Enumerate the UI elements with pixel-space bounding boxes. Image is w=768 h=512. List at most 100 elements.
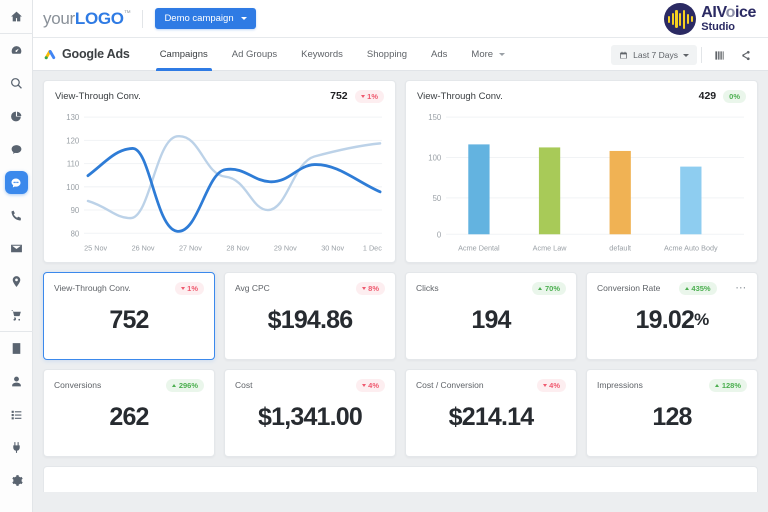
aivoice-studio-logo: AIVoice Studio — [664, 3, 756, 35]
svg-text:26 Nov: 26 Nov — [132, 243, 155, 252]
kpi-value-number: 19.02 — [635, 305, 695, 334]
aivoice-title-b: ice — [734, 4, 756, 21]
aivoice-title-o: o — [725, 4, 736, 21]
sidebar-item-home[interactable] — [0, 0, 33, 33]
kpi-label: Avg CPC — [235, 283, 270, 294]
product-nav-bar: Google Ads Campaigns Ad Groups Keywords … — [33, 38, 768, 71]
share-button[interactable] — [732, 44, 758, 66]
kpi-label: Clicks — [416, 283, 439, 294]
kpi-badge: 70% — [532, 282, 566, 295]
kpi-view-through-conv[interactable]: View-Through Conv. 1% 752 — [43, 272, 215, 360]
tab-more[interactable]: More — [459, 38, 517, 71]
svg-text:Acme Auto Body: Acme Auto Body — [664, 243, 718, 252]
sidebar-item-calls[interactable] — [0, 199, 33, 232]
tab-campaigns-label: Campaigns — [159, 48, 208, 60]
kpi-cost[interactable]: Cost 4% $1,341.00 — [224, 369, 396, 457]
kpi-badge: 128% — [709, 379, 747, 392]
logo-trademark: ™ — [123, 9, 131, 17]
sidebar-item-dashboard[interactable] — [0, 34, 33, 67]
sidebar-item-messages[interactable] — [0, 133, 33, 166]
kpi-header: View-Through Conv. 1% — [54, 282, 204, 295]
arrow-down-icon — [361, 286, 366, 290]
sidebar-item-ecommerce[interactable] — [0, 298, 33, 331]
bar-chart-badge-text: 0% — [729, 91, 740, 101]
tab-shopping[interactable]: Shopping — [355, 38, 419, 71]
line-chart-badge: 1% — [354, 90, 384, 103]
sidebar-item-reports[interactable] — [0, 332, 33, 365]
svg-text:default: default — [609, 243, 631, 252]
columns-button[interactable] — [706, 44, 732, 66]
kpi-badge-text: 296% — [178, 380, 198, 390]
columns-icon — [714, 50, 724, 60]
kpi-value: 19.02% — [597, 295, 747, 351]
kpi-header: Clicks 70% — [416, 282, 566, 295]
sidebar-item-contacts[interactable] — [0, 365, 33, 398]
svg-text:30 Nov: 30 Nov — [321, 243, 344, 252]
tab-campaigns[interactable]: Campaigns — [148, 38, 220, 71]
kpi-conversion-rate[interactable]: Conversion Rate 435% ⋯ 19.02% — [586, 272, 758, 360]
nav-actions: Last 7 Days — [611, 44, 758, 66]
svg-text:80: 80 — [71, 229, 80, 238]
next-section-card — [43, 466, 758, 492]
line-chart-summary: 752 1% — [330, 90, 384, 103]
sidebar-item-analytics[interactable] — [0, 100, 33, 133]
line-chart-card: View-Through Conv. 752 1% 130 120 110 10… — [43, 80, 396, 263]
bar-acme-law — [538, 146, 561, 234]
arrow-up-icon — [715, 383, 720, 387]
bar-chart-card: View-Through Conv. 429 0% 150 100 50 0 A… — [405, 80, 758, 263]
svg-text:Acme Dental: Acme Dental — [458, 243, 500, 252]
sidebar-item-settings[interactable] — [0, 464, 33, 497]
tab-keywords[interactable]: Keywords — [289, 38, 355, 71]
svg-text:100: 100 — [66, 182, 79, 191]
kpi-header: Cost 4% — [235, 379, 385, 392]
sidebar-item-search[interactable] — [0, 67, 33, 100]
kpi-badge-text: 435% — [691, 283, 711, 293]
calendar-icon — [620, 51, 627, 58]
kpi-value-suffix: % — [694, 310, 709, 330]
kpi-badge: 8% — [355, 282, 385, 295]
waveform-icon — [664, 3, 697, 35]
line-chart-plot: 130 120 110 100 90 80 25 Nov 26 Nov 27 N… — [55, 105, 384, 257]
arrow-down-icon — [180, 286, 185, 290]
demo-campaign-button[interactable]: Demo campaign — [155, 8, 256, 29]
tab-ads[interactable]: Ads — [419, 38, 459, 71]
kpi-label: Cost — [235, 380, 253, 391]
dashboard-content: View-Through Conv. 752 1% 130 120 110 10… — [33, 71, 768, 512]
google-ads-brand: Google Ads — [43, 47, 130, 61]
kpi-badge-text: 70% — [544, 283, 560, 293]
date-range-picker[interactable]: Last 7 Days — [611, 45, 697, 65]
charts-row: View-Through Conv. 752 1% 130 120 110 10… — [43, 80, 758, 263]
bar-chart-value: 429 — [698, 90, 717, 103]
kpi-impressions[interactable]: Impressions 128% 128 — [586, 369, 758, 457]
tab-ad-groups[interactable]: Ad Groups — [220, 38, 289, 71]
kpi-value: 262 — [109, 402, 149, 431]
aivoice-title: AIVoice — [701, 4, 756, 21]
kpi-badge: 435% — [678, 282, 717, 295]
aivoice-title-a: AIV — [701, 4, 726, 21]
sidebar-item-tasks[interactable] — [0, 398, 33, 431]
arrow-up-icon — [172, 383, 177, 387]
sidebar-item-locations[interactable] — [0, 265, 33, 298]
sidebar-item-comments[interactable] — [0, 166, 33, 199]
tab-keywords-label: Keywords — [301, 48, 343, 60]
google-ads-label: Google Ads — [62, 47, 130, 61]
kpi-cost-per-conversion[interactable]: Cost / Conversion 4% $214.14 — [405, 369, 577, 457]
kpi-conversions[interactable]: Conversions 296% 262 — [43, 369, 215, 457]
sidebar-item-integrations[interactable] — [0, 431, 33, 464]
comment-dots-icon — [4, 171, 28, 194]
kpi-more-menu-button[interactable]: ⋯ — [735, 282, 747, 294]
svg-text:90: 90 — [71, 205, 80, 214]
kpi-badge: 296% — [166, 379, 204, 392]
svg-text:28 Nov: 28 Nov — [226, 243, 249, 252]
kpi-clicks[interactable]: Clicks 70% 194 — [405, 272, 577, 360]
kpi-header: Conversion Rate 435% ⋯ — [597, 282, 747, 295]
sidebar-item-email[interactable] — [0, 232, 33, 265]
arrow-up-icon — [684, 286, 689, 290]
kpi-label: Conversions — [54, 380, 102, 391]
kpi-avg-cpc[interactable]: Avg CPC 8% $194.86 — [224, 272, 396, 360]
tab-more-label: More — [471, 48, 494, 60]
svg-text:25 Nov: 25 Nov — [84, 243, 107, 252]
kpi-value: $1,341.00 — [257, 402, 363, 431]
kpi-row-1: View-Through Conv. 1% 752 Avg CPC 8% $19… — [43, 272, 758, 360]
bar-default — [609, 150, 631, 234]
